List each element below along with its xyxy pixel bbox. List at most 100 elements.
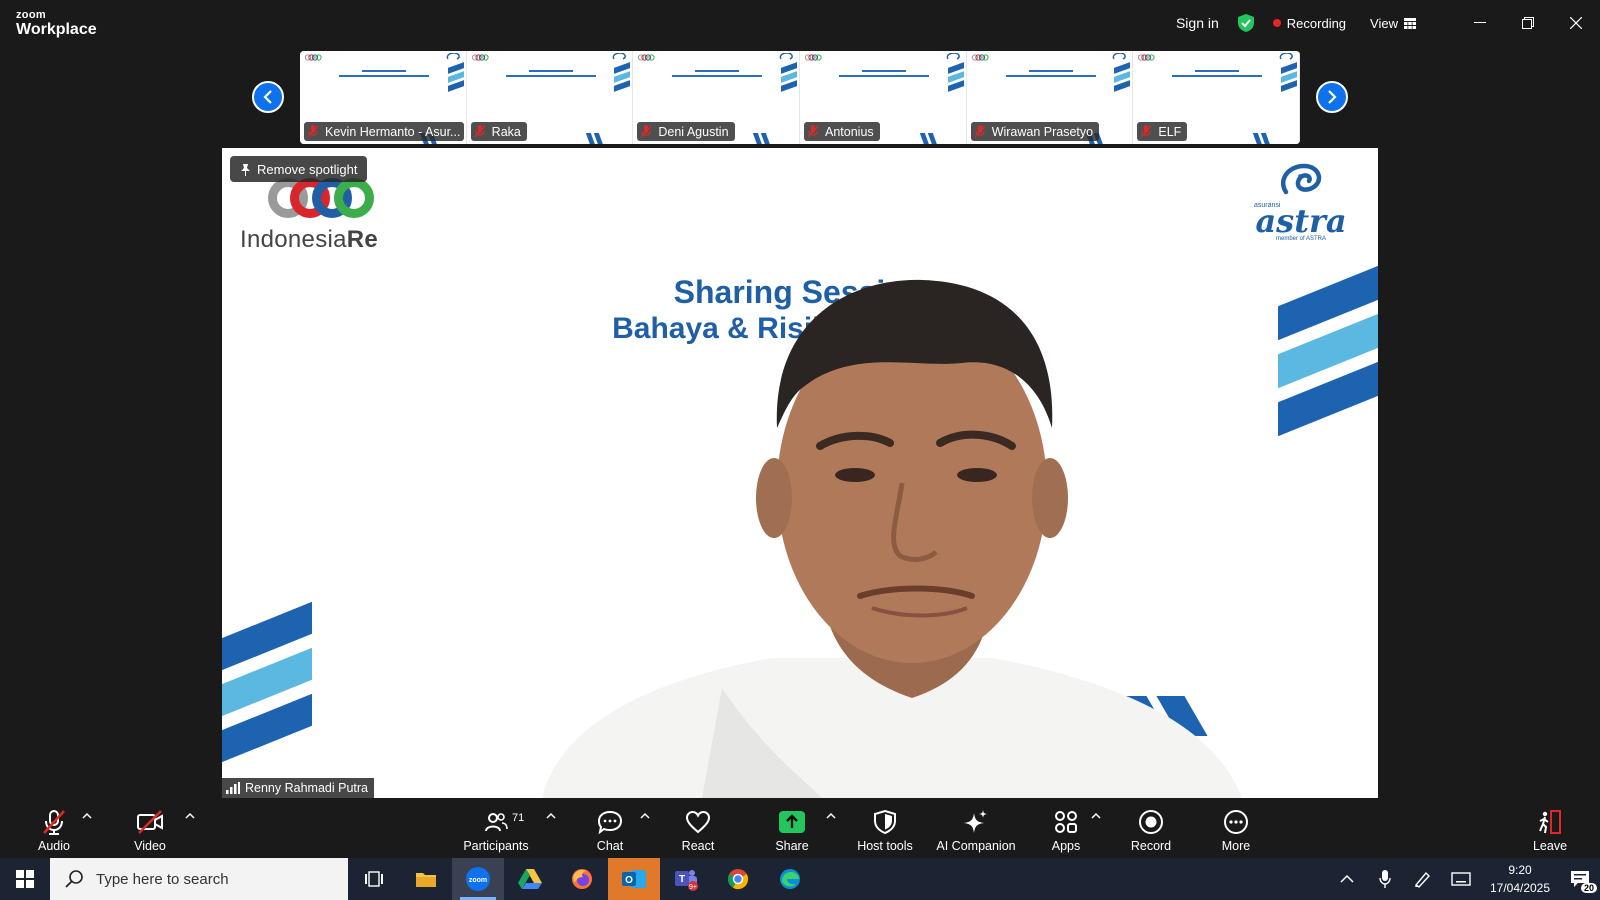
video-button[interactable]: Video <box>128 800 172 858</box>
notifications-button[interactable]: 20 <box>1560 858 1600 900</box>
indonesia-re-mini-logo <box>304 54 322 61</box>
participant-name-tag: ELF <box>1137 122 1188 141</box>
restore-button[interactable] <box>1504 0 1552 46</box>
participant-thumbnail[interactable]: Kevin Hermanto - Asur... <box>300 51 467 144</box>
leave-door-icon <box>1539 810 1561 834</box>
recording-indicator[interactable]: Recording <box>1272 16 1346 31</box>
participant-name: Kevin Hermanto - Asur... <box>325 124 461 139</box>
view-button[interactable]: View <box>1370 16 1416 31</box>
astra-mini-logo <box>946 53 960 60</box>
remove-spotlight-label: Remove spotlight <box>257 161 358 177</box>
edge-app[interactable] <box>764 858 816 900</box>
next-page-button[interactable] <box>1316 81 1348 113</box>
participant-thumbnail[interactable]: ELF <box>1133 51 1300 144</box>
indonesia-re-rings <box>268 178 378 222</box>
apps-button[interactable]: Apps <box>1044 800 1088 858</box>
speaker-name-tag: Renny Rahmadi Putra <box>222 778 374 798</box>
participant-name: Deni Agustin <box>658 124 729 139</box>
close-icon <box>1570 17 1582 29</box>
chevron-up-icon <box>1340 874 1354 883</box>
brand-top: zoom <box>16 9 46 21</box>
share-screen-icon <box>779 811 805 833</box>
participant-name-tag: Raka <box>470 122 527 141</box>
microphone-tray-button[interactable] <box>1366 858 1404 900</box>
teams-icon: T 9+ <box>675 870 698 891</box>
ai-companion-button[interactable]: AI Companion <box>932 800 1020 858</box>
participants-count: 71 <box>512 812 525 824</box>
more-dots-icon <box>1224 810 1248 834</box>
remove-spotlight-button[interactable]: Remove spotlight <box>230 156 368 182</box>
more-button[interactable]: More <box>1214 800 1258 858</box>
windows-taskbar: Type here to search zoom O T 9+ 9:20 17/0… <box>0 858 1600 900</box>
microphone-muted-icon <box>474 125 485 138</box>
start-button[interactable] <box>0 858 50 900</box>
google-drive-app[interactable] <box>504 858 556 900</box>
speaker-video-feed <box>542 279 1242 798</box>
chat-options-chevron-up-icon[interactable] <box>640 812 650 820</box>
taskbar-clock[interactable]: 9:20 17/04/2025 <box>1480 861 1560 897</box>
react-button[interactable]: React <box>676 800 720 858</box>
audio-button[interactable]: Audio <box>32 800 76 858</box>
system-tray: 9:20 17/04/2025 20 <box>1328 858 1600 900</box>
pen-tray-button[interactable] <box>1404 858 1442 900</box>
apps-icon <box>1055 811 1077 833</box>
video-camera-off-icon <box>137 810 163 834</box>
notification-count: 20 <box>1580 883 1597 893</box>
mini-slide-title <box>1001 67 1101 81</box>
participant-thumbnail[interactable]: Antonius <box>800 51 967 144</box>
taskbar-search-box[interactable]: Type here to search <box>50 858 348 900</box>
share-options-chevron-up-icon[interactable] <box>826 812 836 820</box>
mini-slide-stripes <box>1281 62 1298 95</box>
astra-mini-logo <box>779 53 793 60</box>
clock-time: 9:20 <box>1508 863 1532 877</box>
audio-options-chevron-up-icon[interactable] <box>82 812 92 820</box>
participant-name-tag: Antonius <box>804 122 880 141</box>
mini-slide-title <box>1167 67 1267 81</box>
mini-slide-stripes <box>1114 62 1131 95</box>
mini-slide-stripes <box>947 62 964 95</box>
participant-thumbnail[interactable]: Wirawan Prasetyo <box>966 51 1134 144</box>
microphone-muted-icon <box>808 125 819 138</box>
meeting-controls-toolbar: Audio Video 71 Participants Chat React S… <box>0 800 1600 858</box>
close-button[interactable] <box>1552 0 1600 46</box>
previous-page-button[interactable] <box>252 81 284 113</box>
chrome-app[interactable] <box>712 858 764 900</box>
task-view-button[interactable] <box>348 858 400 900</box>
show-hidden-icons-button[interactable] <box>1328 858 1366 900</box>
astra-mini-logo <box>1279 53 1293 60</box>
astra-mini-logo <box>446 53 460 60</box>
shield-check-icon[interactable] <box>1237 13 1255 33</box>
firefox-app[interactable] <box>556 858 608 900</box>
apps-options-chevron-up-icon[interactable] <box>1091 812 1101 820</box>
chevron-right-icon <box>1328 90 1337 104</box>
participant-thumbnail[interactable]: Raka <box>466 51 634 144</box>
mini-slide-bottom-stripes <box>752 132 785 144</box>
slide-stripes-right <box>1278 249 1378 458</box>
teams-app[interactable]: T 9+ <box>660 858 712 900</box>
participants-button[interactable]: 71 Participants <box>458 800 534 858</box>
zoom-app[interactable]: zoom <box>452 858 504 900</box>
minimize-button[interactable] <box>1456 0 1504 46</box>
active-speaker-video[interactable]: Remove spotlight IndonesiaRe asuransi as… <box>222 148 1378 798</box>
file-explorer-app[interactable] <box>400 858 452 900</box>
chat-button[interactable]: Chat <box>588 800 632 858</box>
indonesia-re-mini-logo <box>1138 54 1155 61</box>
record-button[interactable]: Record <box>1127 800 1175 858</box>
participant-thumbnail[interactable]: Deni Agustin <box>633 51 801 144</box>
share-button[interactable]: Share <box>770 800 814 858</box>
microphone-muted-icon <box>974 125 985 138</box>
touch-keyboard-tray-button[interactable] <box>1442 858 1480 900</box>
clock-date: 17/04/2025 <box>1489 881 1551 895</box>
sign-in-link[interactable]: Sign in <box>1176 15 1219 31</box>
edge-icon <box>780 869 800 889</box>
host-tools-button[interactable]: Host tools <box>850 800 920 858</box>
participants-options-chevron-up-icon[interactable] <box>546 812 556 820</box>
participant-name-tag: Deni Agustin <box>637 122 735 141</box>
recording-dot-icon <box>1272 19 1281 27</box>
video-options-chevron-up-icon[interactable] <box>185 812 195 820</box>
leave-button[interactable]: Leave <box>1530 800 1570 858</box>
outlook-app[interactable]: O <box>608 858 660 900</box>
outlook-icon: O <box>622 870 646 888</box>
zoom-app-icon: zoom <box>466 867 490 891</box>
microphone-muted-icon <box>1141 125 1152 138</box>
